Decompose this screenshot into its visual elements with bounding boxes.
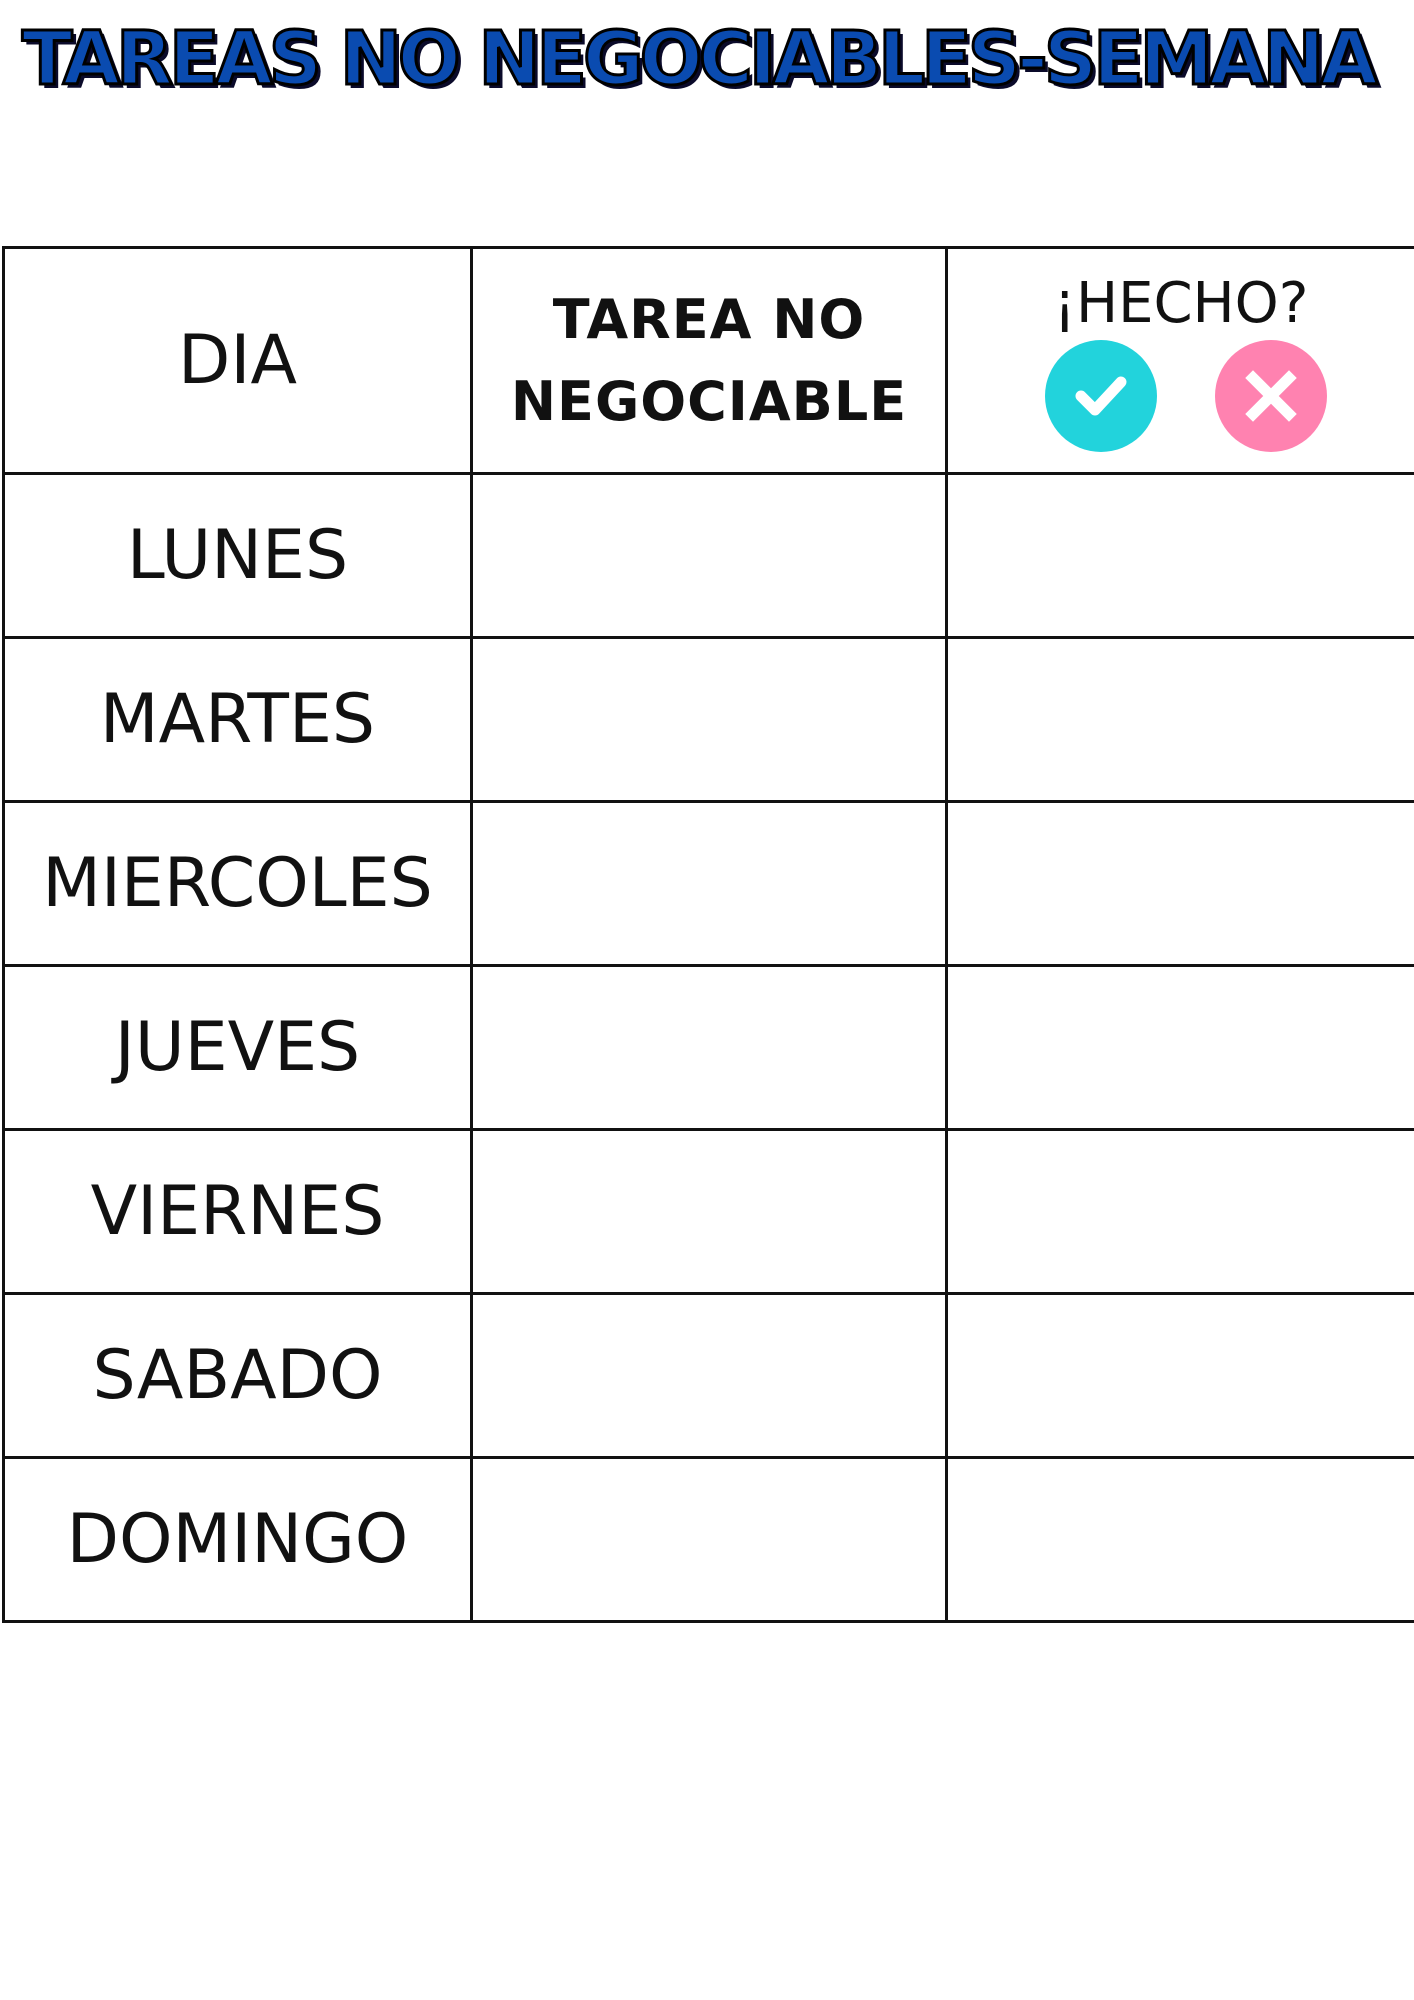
column-header-task-line2: NEGOCIABLE — [510, 369, 908, 433]
task-cell[interactable] — [470, 964, 948, 1131]
task-cell[interactable] — [470, 1128, 948, 1295]
column-header-task: TAREA NO NEGOCIABLE — [470, 246, 948, 475]
table-row: MIERCOLES — [2, 800, 1414, 967]
day-cell: MARTES — [2, 636, 473, 803]
cross-circle-icon — [1215, 339, 1327, 452]
table-row: MARTES — [2, 636, 1414, 803]
table-header-row: DIA TAREA NO NEGOCIABLE ¡HECHO? — [2, 246, 1414, 475]
day-cell: LUNES — [2, 472, 473, 639]
column-header-task-line1: TAREA NO — [552, 287, 866, 351]
done-cell[interactable] — [945, 636, 1414, 803]
weekly-task-table: DIA TAREA NO NEGOCIABLE ¡HECHO? LUNES MA… — [2, 246, 1414, 1623]
task-cell[interactable] — [470, 472, 948, 639]
day-cell: DOMINGO — [2, 1456, 473, 1623]
done-cell[interactable] — [945, 800, 1414, 967]
page-title: TAREAS NO NEGOCIABLES-SEMANA — [21, 16, 1380, 102]
day-cell: SABADO — [2, 1292, 473, 1459]
done-cell[interactable] — [945, 1456, 1414, 1623]
done-cell[interactable] — [945, 964, 1414, 1131]
done-cell[interactable] — [945, 1128, 1414, 1295]
day-cell: VIERNES — [2, 1128, 473, 1295]
table-row: LUNES — [2, 472, 1414, 639]
table-body: LUNES MARTES MIERCOLES JUEVES VIERNES SABADO D… — [2, 472, 1414, 1623]
column-header-done-label: ¡HECHO? — [1053, 270, 1309, 336]
check-circle-icon — [1045, 339, 1157, 452]
column-header-day: DIA — [2, 246, 473, 475]
done-cell[interactable] — [945, 472, 1414, 639]
table-row: JUEVES — [2, 964, 1414, 1131]
check-mark-icon — [1075, 376, 1127, 415]
day-cell: JUEVES — [2, 964, 473, 1131]
done-legend — [1045, 339, 1327, 452]
task-cell[interactable] — [470, 800, 948, 967]
table-row: DOMINGO — [2, 1456, 1414, 1623]
task-cell[interactable] — [470, 1292, 948, 1459]
task-cell[interactable] — [470, 636, 948, 803]
column-header-done: ¡HECHO? — [945, 246, 1414, 475]
day-cell: MIERCOLES — [2, 800, 473, 967]
table-row: SABADO — [2, 1292, 1414, 1459]
cross-mark-icon — [1245, 369, 1297, 422]
done-cell[interactable] — [945, 1292, 1414, 1459]
table-row: VIERNES — [2, 1128, 1414, 1295]
task-cell[interactable] — [470, 1456, 948, 1623]
